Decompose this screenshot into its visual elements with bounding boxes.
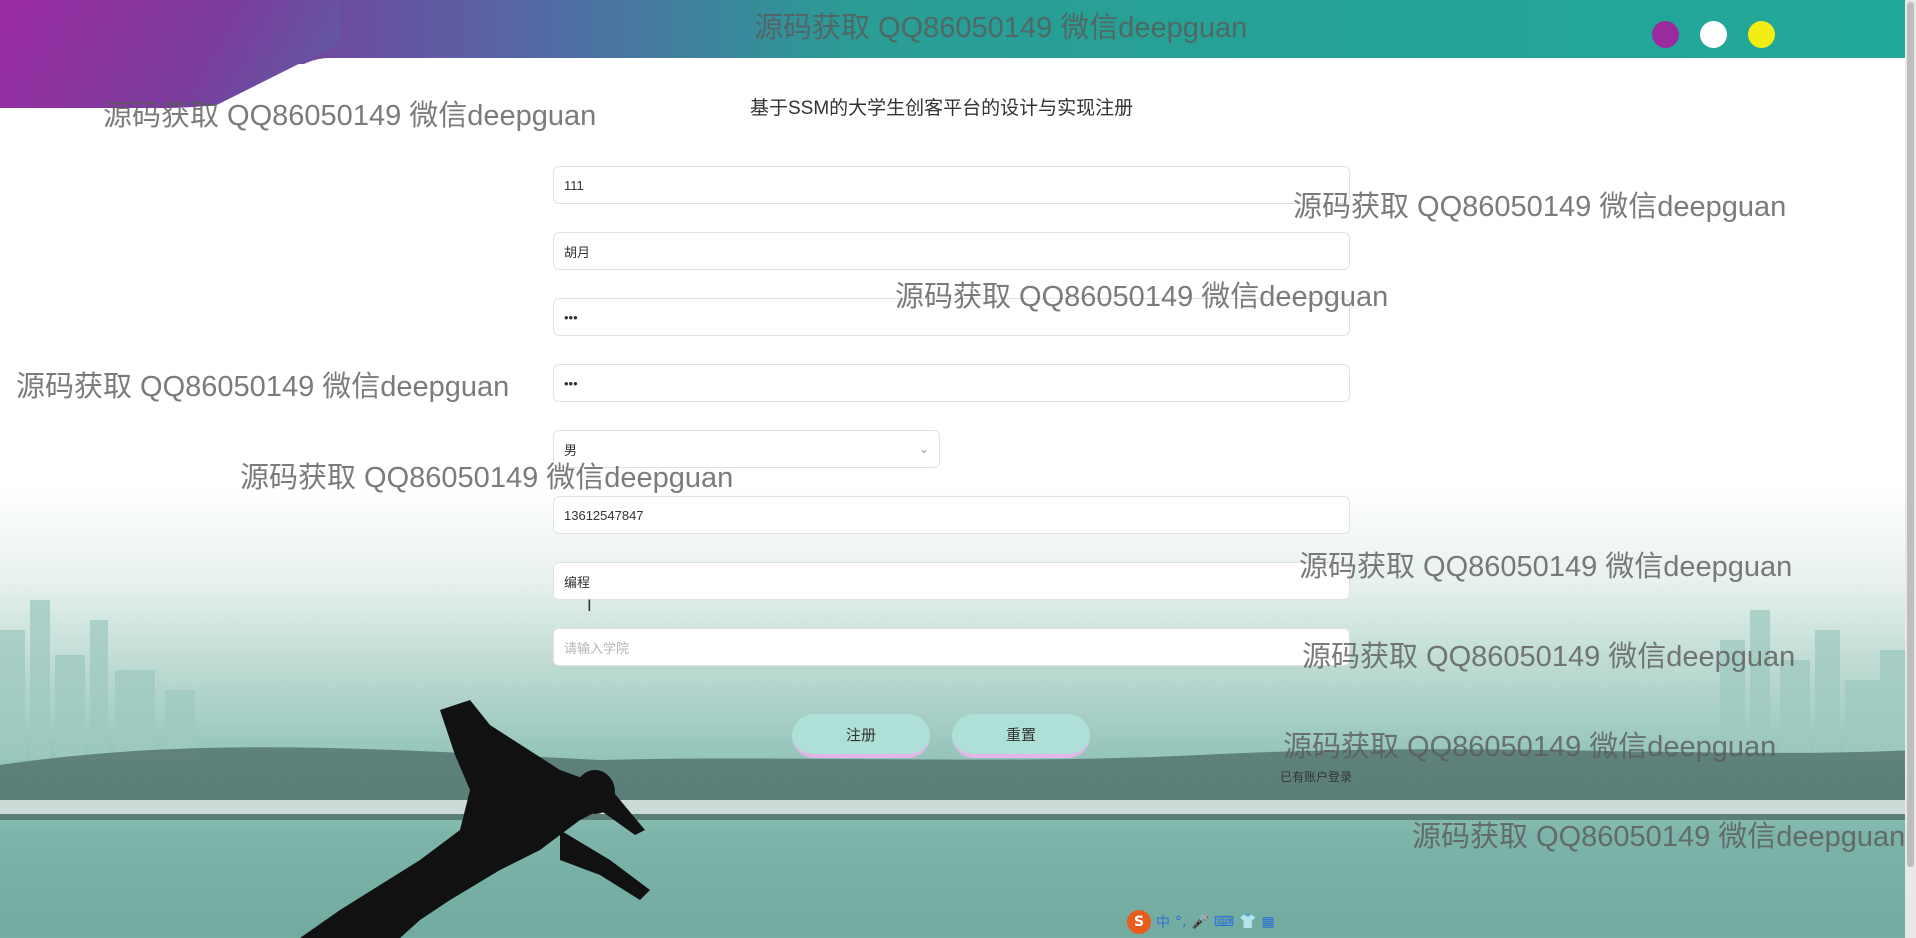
watermark: 源码获取 QQ86050149 微信deepguan: [103, 100, 597, 132]
yellow-dot[interactable]: [1748, 21, 1775, 48]
skin-icon[interactable]: 👕: [1239, 914, 1256, 930]
college-input[interactable]: 请输入学院: [553, 628, 1350, 666]
ime-mode[interactable]: 中: [1156, 912, 1170, 932]
ime-toolbar[interactable]: S 中 °, 🎤 ⌨ 👕 ▦: [1127, 910, 1275, 934]
phone-input[interactable]: 13612547847: [553, 496, 1350, 534]
mic-icon[interactable]: 🎤: [1191, 914, 1208, 930]
chevron-down-icon: ⌄: [918, 442, 929, 456]
watermark: 源码获取 QQ86050149 微信deepguan: [1299, 551, 1793, 583]
text-cursor-icon: I: [587, 596, 592, 615]
sogou-logo-icon[interactable]: S: [1127, 910, 1151, 934]
name-input[interactable]: 胡月: [553, 232, 1350, 270]
watermark: 源码获取 QQ86050149 微信deepguan: [895, 281, 1389, 313]
water-line: [0, 800, 1916, 814]
watermark: 源码获取 QQ86050149 微信deepguan: [1302, 641, 1796, 673]
register-button[interactable]: 注册: [792, 714, 930, 758]
watermark: 源码获取 QQ86050149 微信deepguan: [240, 462, 734, 494]
keyboard-icon[interactable]: ⌨: [1214, 914, 1234, 930]
account-input[interactable]: 111: [553, 166, 1350, 204]
white-dot[interactable]: [1700, 21, 1727, 48]
ime-punctuation[interactable]: °,: [1175, 914, 1186, 930]
purple-dot[interactable]: [1652, 21, 1679, 48]
watermark: 源码获取 QQ86050149 微信deepguan: [754, 12, 1248, 44]
watermark: 源码获取 QQ86050149 微信deepguan: [1412, 821, 1906, 853]
login-link[interactable]: 已有账户登录: [1280, 768, 1352, 785]
watermark: 源码获取 QQ86050149 微信deepguan: [16, 371, 510, 403]
specialty-input[interactable]: 编程: [553, 562, 1350, 600]
watermark: 源码获取 QQ86050149 微信deepguan: [1283, 731, 1777, 763]
reset-button[interactable]: 重置: [952, 714, 1090, 758]
toolbox-icon[interactable]: ▦: [1262, 914, 1275, 930]
vertical-scrollbar[interactable]: [1905, 0, 1916, 938]
watermark: 源码获取 QQ86050149 微信deepguan: [1293, 191, 1787, 223]
window-dots: [1652, 21, 1775, 48]
scroll-thumb[interactable]: [1907, 2, 1914, 867]
page-title: 基于SSM的大学生创客平台的设计与实现注册: [750, 98, 1134, 119]
confirm-password-input[interactable]: •••: [553, 364, 1350, 402]
